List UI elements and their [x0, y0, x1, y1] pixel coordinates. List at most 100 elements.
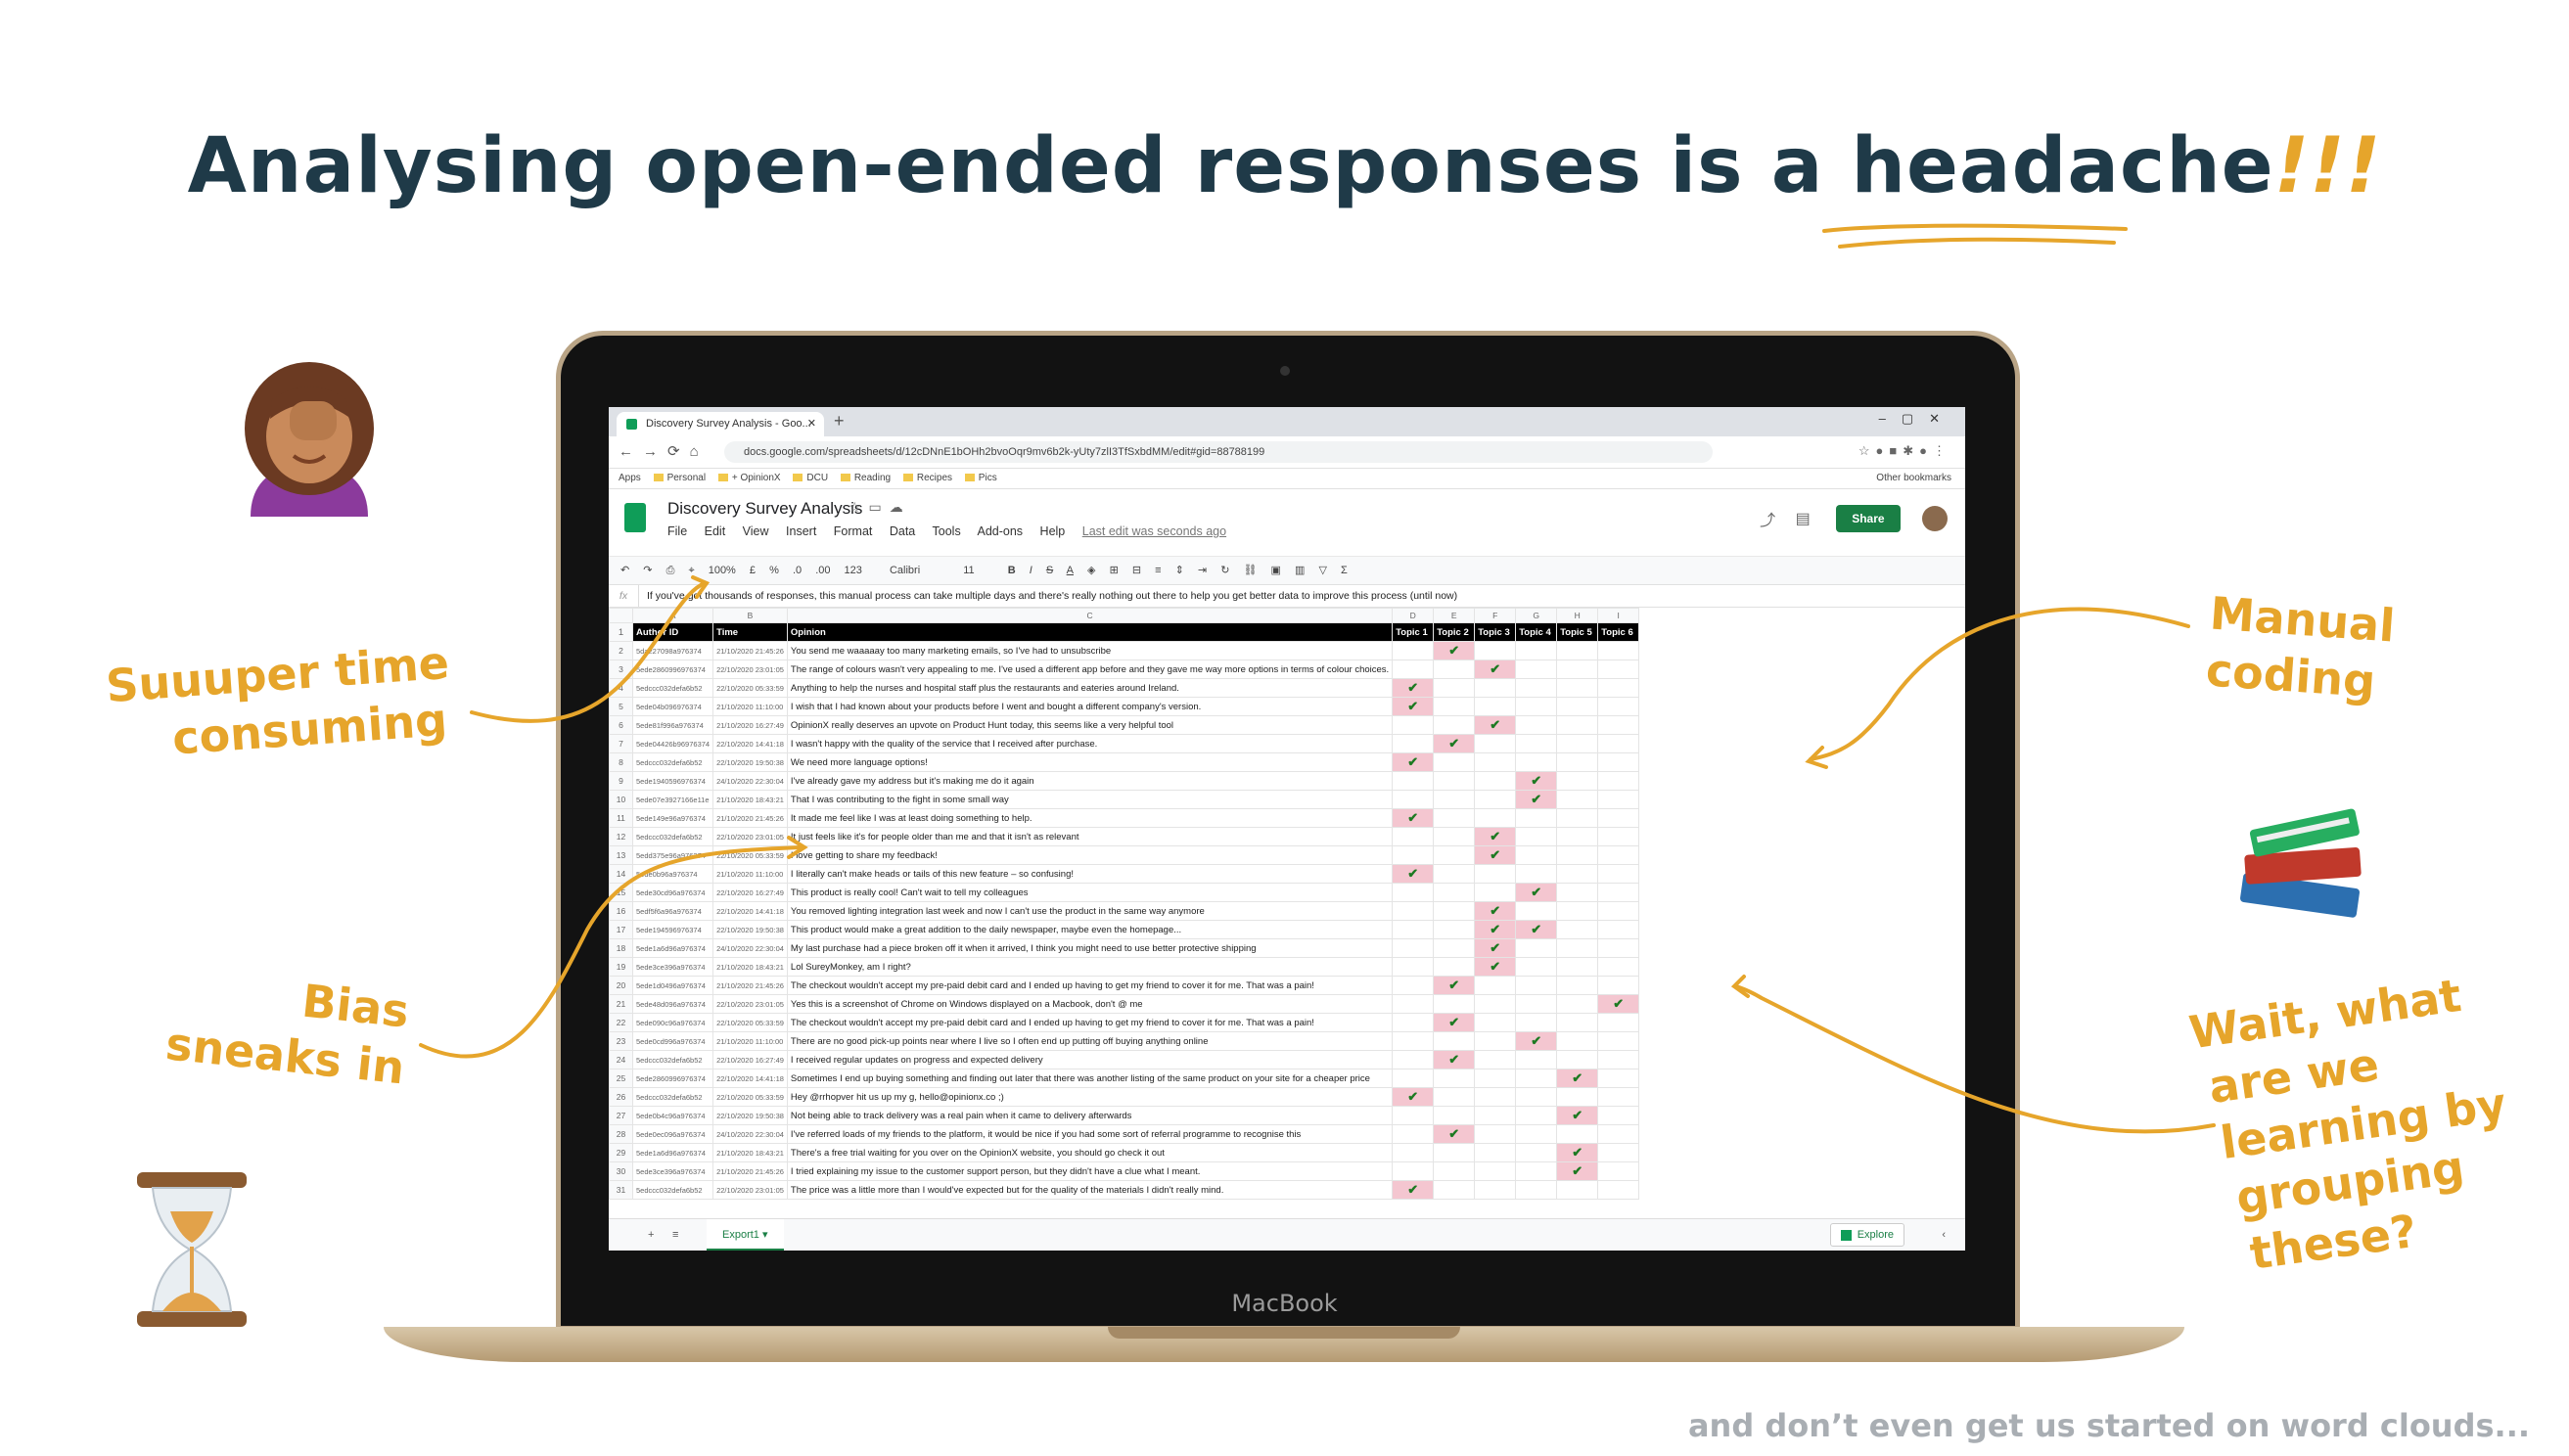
topic-cell[interactable] — [1474, 1013, 1517, 1032]
topic-check-cell[interactable]: ✔ — [1392, 678, 1435, 698]
font-select[interactable]: Calibri — [890, 565, 920, 576]
more-formats-select[interactable]: 123 — [845, 565, 862, 576]
formula-bar[interactable]: fx If you've got thousands of responses, … — [609, 585, 1965, 608]
menu-addons[interactable]: Add-ons — [978, 524, 1024, 538]
topic-cell[interactable] — [1597, 678, 1640, 698]
collapse-side-panel-icon[interactable]: ‹ — [1942, 1219, 1946, 1251]
author-id-cell[interactable]: 5ede1940596976374 — [631, 771, 714, 791]
new-tab-icon[interactable]: + — [834, 411, 845, 432]
opinion-cell[interactable]: It made me feel like I was at least doin… — [786, 808, 1394, 828]
topic-cell[interactable] — [1433, 1180, 1476, 1200]
topic-cell[interactable] — [1515, 827, 1558, 846]
close-tab-icon[interactable]: ✕ — [807, 412, 816, 436]
row-number[interactable]: 28 — [609, 1124, 633, 1144]
topic-cell[interactable] — [1433, 845, 1476, 865]
topic-cell[interactable] — [1515, 1050, 1558, 1069]
topic-cell[interactable] — [1474, 994, 1517, 1014]
time-cell[interactable]: 22/10/2020 23:01:05 — [712, 1180, 788, 1200]
time-cell[interactable]: 22/10/2020 05:33:59 — [712, 678, 788, 698]
author-id-cell[interactable]: 5ede0ec096a976374 — [631, 1124, 714, 1144]
time-cell[interactable]: 24/10/2020 22:30:04 — [712, 938, 788, 958]
author-id-cell[interactable]: 5ede149e96a976374 — [631, 808, 714, 828]
topic-cell[interactable] — [1556, 752, 1599, 772]
topic-cell[interactable] — [1392, 976, 1435, 995]
time-cell[interactable]: 21/10/2020 18:43:21 — [712, 957, 788, 977]
topic-cell[interactable] — [1474, 678, 1517, 698]
menu-format[interactable]: Format — [834, 524, 873, 538]
row-number[interactable]: 14 — [609, 864, 633, 884]
topic-cell[interactable] — [1515, 808, 1558, 828]
opinion-cell[interactable]: There's a free trial waiting for you ove… — [786, 1143, 1394, 1162]
row-number[interactable]: 19 — [609, 957, 633, 977]
topic-cell[interactable] — [1556, 920, 1599, 939]
row-number[interactable]: 8 — [609, 752, 633, 772]
topic-cell[interactable] — [1392, 901, 1435, 921]
topic-check-cell[interactable]: ✔ — [1474, 920, 1517, 939]
header-cell[interactable]: Topic 3 — [1474, 622, 1517, 642]
topic-cell[interactable] — [1474, 1143, 1517, 1162]
currency-button[interactable]: £ — [750, 565, 756, 576]
topic-cell[interactable] — [1392, 715, 1435, 735]
time-cell[interactable]: 21/10/2020 18:43:21 — [712, 790, 788, 809]
author-id-cell[interactable]: 5ede04426b96976374 — [631, 734, 714, 753]
topic-cell[interactable] — [1597, 715, 1640, 735]
topic-cell[interactable] — [1515, 641, 1558, 660]
author-id-cell[interactable]: 5ede81f996a976374 — [631, 715, 714, 735]
topic-cell[interactable] — [1474, 697, 1517, 716]
topic-cell[interactable] — [1433, 1143, 1476, 1162]
opinion-cell[interactable]: The checkout wouldn't accept my pre-paid… — [786, 1013, 1394, 1032]
topic-cell[interactable] — [1597, 1087, 1640, 1107]
topic-cell[interactable] — [1556, 845, 1599, 865]
header-cell[interactable]: Topic 5 — [1556, 622, 1599, 642]
topic-check-cell[interactable]: ✔ — [1392, 808, 1435, 828]
topic-cell[interactable] — [1433, 938, 1476, 958]
topic-cell[interactable] — [1556, 1087, 1599, 1107]
header-cell[interactable]: Topic 1 — [1392, 622, 1435, 642]
topic-cell[interactable] — [1597, 1143, 1640, 1162]
opinion-cell[interactable]: That I was contributing to the fight in … — [786, 790, 1394, 809]
topic-cell[interactable] — [1597, 1180, 1640, 1200]
topic-cell[interactable] — [1392, 641, 1435, 660]
row-number[interactable]: 22 — [609, 1013, 633, 1032]
doc-title[interactable]: Discovery Survey Analysis — [667, 499, 862, 519]
time-cell[interactable]: 22/10/2020 23:01:05 — [712, 994, 788, 1014]
column-letter[interactable]: C — [786, 608, 1394, 623]
bookmark-recipes[interactable]: Recipes — [902, 469, 952, 488]
topic-cell[interactable] — [1515, 1124, 1558, 1144]
opinion-cell[interactable]: It just feels like it's for people older… — [786, 827, 1394, 846]
add-sheet-icon[interactable]: + — [648, 1219, 654, 1251]
row-number[interactable]: 18 — [609, 938, 633, 958]
author-id-cell[interactable]: 5edccc032defa6b52 — [631, 1180, 714, 1200]
topic-cell[interactable] — [1392, 1069, 1435, 1088]
bold-icon[interactable]: B — [1008, 565, 1016, 576]
topic-cell[interactable] — [1433, 1031, 1476, 1051]
topic-cell[interactable] — [1556, 864, 1599, 884]
topic-cell[interactable] — [1556, 1180, 1599, 1200]
opinion-cell[interactable]: I've already gave my address but it's ma… — [786, 771, 1394, 791]
topic-cell[interactable] — [1515, 734, 1558, 753]
topic-cell[interactable] — [1556, 697, 1599, 716]
author-id-cell[interactable]: 5edf5f6a96a976374 — [631, 901, 714, 921]
opinion-cell[interactable]: I literally can't make heads or tails of… — [786, 864, 1394, 884]
topic-cell[interactable] — [1515, 1180, 1558, 1200]
menu-insert[interactable]: Insert — [786, 524, 816, 538]
topic-cell[interactable] — [1474, 1180, 1517, 1200]
topic-check-cell[interactable]: ✔ — [1474, 901, 1517, 921]
topic-cell[interactable] — [1515, 715, 1558, 735]
corner-cell[interactable] — [609, 608, 633, 623]
topic-cell[interactable] — [1392, 790, 1435, 809]
topic-cell[interactable] — [1515, 1069, 1558, 1088]
topic-check-cell[interactable]: ✔ — [1515, 790, 1558, 809]
opinion-cell[interactable]: The range of colours wasn't very appeali… — [786, 660, 1394, 679]
chart-icon[interactable]: ▥ — [1295, 565, 1305, 576]
topic-cell[interactable] — [1556, 790, 1599, 809]
topic-cell[interactable] — [1433, 1087, 1476, 1107]
topic-cell[interactable] — [1433, 678, 1476, 698]
topic-cell[interactable] — [1597, 1050, 1640, 1069]
topic-cell[interactable] — [1392, 957, 1435, 977]
topic-cell[interactable] — [1433, 1069, 1476, 1088]
topic-cell[interactable] — [1556, 1031, 1599, 1051]
row-number[interactable]: 3 — [609, 660, 633, 679]
avatar[interactable] — [1922, 506, 1948, 531]
opinion-cell[interactable]: OpinionX really deserves an upvote on Pr… — [786, 715, 1394, 735]
